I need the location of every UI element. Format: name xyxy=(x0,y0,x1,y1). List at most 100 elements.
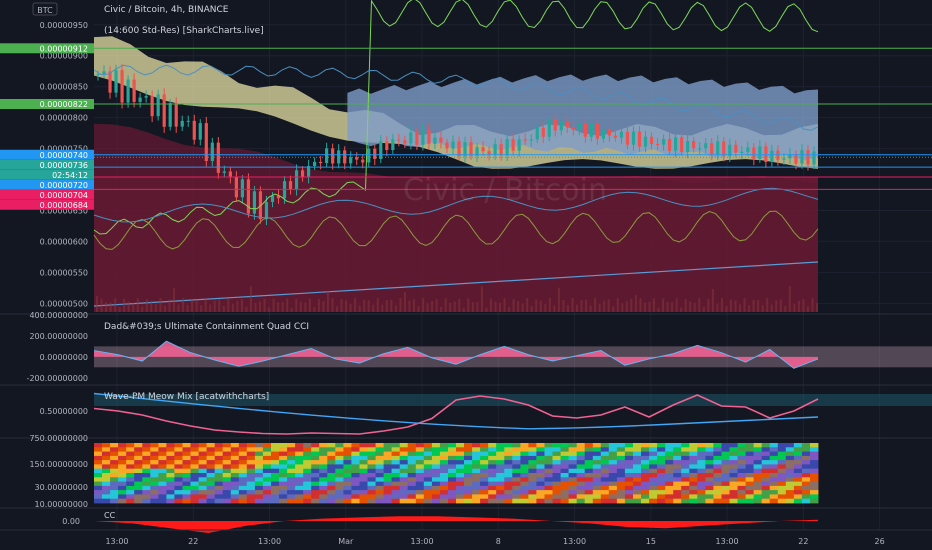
volume-bar xyxy=(748,305,750,312)
heatmap-cell xyxy=(536,452,544,457)
heatmap-cell xyxy=(174,452,182,457)
heatmap-cell xyxy=(456,499,464,504)
heatmap-cell xyxy=(231,482,239,487)
heatmap-cell xyxy=(488,447,496,452)
heatmap-cell xyxy=(102,469,110,474)
heatmap-cell xyxy=(609,473,617,478)
heatmap-cell xyxy=(520,456,528,461)
volume-bar xyxy=(350,304,352,312)
y-tick-label: 0.00000500 xyxy=(40,299,88,308)
heatmap-cell xyxy=(689,452,697,457)
volume-bar xyxy=(784,306,786,312)
volume-bar xyxy=(644,303,646,312)
heatmap-cell xyxy=(770,499,778,504)
heatmap-cell xyxy=(456,469,464,474)
heatmap-cell xyxy=(247,499,255,504)
heatmap-cell xyxy=(327,473,335,478)
heatmap-cell xyxy=(255,452,263,457)
heatmap-cell xyxy=(786,464,794,469)
heatmap-cell xyxy=(343,499,351,504)
volume-bar xyxy=(590,306,592,312)
heatmap-cell xyxy=(504,494,512,499)
candle xyxy=(403,140,406,143)
heatmap-cell xyxy=(762,482,770,487)
heatmap-cell xyxy=(545,482,553,487)
heatmap-cell xyxy=(585,456,593,461)
volume-bar xyxy=(123,299,125,312)
heatmap-cell xyxy=(754,486,762,491)
heatmap-cell xyxy=(150,443,158,448)
heatmap-cell xyxy=(722,464,730,469)
volume-bar xyxy=(368,300,370,312)
heatmap-cell xyxy=(456,482,464,487)
candle xyxy=(409,132,412,143)
heatmap-cell xyxy=(528,482,536,487)
heatmap-cell xyxy=(239,443,247,448)
heatmap-cell xyxy=(239,494,247,499)
symbol-badge[interactable]: BTC xyxy=(37,6,53,15)
heatmap-cell xyxy=(657,443,665,448)
heatmap-cell xyxy=(609,499,617,504)
heatmap-cell xyxy=(368,452,376,457)
heatmap-cell xyxy=(215,464,223,469)
heatmap-cell xyxy=(118,464,126,469)
heatmap-cell xyxy=(480,477,488,482)
heatmap-cell xyxy=(794,456,802,461)
heatmap-cell xyxy=(665,443,673,448)
heatmap-cell xyxy=(585,443,593,448)
heatmap-cell xyxy=(778,486,786,491)
heatmap-panel[interactable] xyxy=(94,443,818,503)
volume-bar xyxy=(680,307,682,312)
heatmap-cell xyxy=(223,447,231,452)
heatmap-cell xyxy=(577,443,585,448)
heatmap-cell xyxy=(134,477,142,482)
heatmap-cell xyxy=(617,443,625,448)
heatmap-cell xyxy=(657,494,665,499)
volume-bar xyxy=(236,301,238,312)
heatmap-cell xyxy=(215,456,223,461)
heatmap-cell xyxy=(400,473,408,478)
heatmap-cell xyxy=(689,473,697,478)
heatmap-cell xyxy=(601,456,609,461)
heatmap-cell xyxy=(424,443,432,448)
heatmap-cell xyxy=(496,482,504,487)
heatmap-cell xyxy=(94,482,102,487)
heatmap-cell xyxy=(408,486,416,491)
heatmap-cell xyxy=(561,494,569,499)
heatmap-cell xyxy=(400,486,408,491)
heatmap-cell xyxy=(368,499,376,504)
heatmap-cell xyxy=(786,499,794,504)
heatmap-cell xyxy=(528,486,536,491)
heatmap-cell xyxy=(174,494,182,499)
heatmap-cell xyxy=(456,477,464,482)
volume-bar xyxy=(685,299,687,312)
heatmap-cell xyxy=(440,473,448,478)
heatmap-cell xyxy=(150,494,158,499)
heatmap-cell xyxy=(480,443,488,448)
heatmap-cell xyxy=(191,447,199,452)
heatmap-cell xyxy=(295,447,303,452)
heatmap-cell xyxy=(400,469,408,474)
heatmap-cell xyxy=(335,490,343,495)
heatmap-cell xyxy=(778,447,786,452)
heatmap-cell xyxy=(158,494,166,499)
chart-canvas[interactable]: 0.000009500.000009000.000008500.00000800… xyxy=(0,0,932,550)
heatmap-cell xyxy=(327,482,335,487)
heatmap-cell xyxy=(794,494,802,499)
heatmap-cell xyxy=(681,460,689,465)
heatmap-cell xyxy=(577,460,585,465)
volume-bar xyxy=(798,301,800,312)
heatmap-cell xyxy=(746,494,754,499)
heatmap-cell xyxy=(126,473,134,478)
heatmap-cell xyxy=(295,494,303,499)
candle xyxy=(151,96,154,116)
heatmap-cell xyxy=(730,456,738,461)
heatmap-cell xyxy=(392,447,400,452)
heatmap-cell xyxy=(384,490,392,495)
heatmap-cell xyxy=(199,473,207,478)
volume-bar xyxy=(241,299,243,312)
heatmap-cell xyxy=(102,499,110,504)
heatmap-cell xyxy=(360,494,368,499)
heatmap-cell xyxy=(368,490,376,495)
heatmap-cell xyxy=(303,456,311,461)
